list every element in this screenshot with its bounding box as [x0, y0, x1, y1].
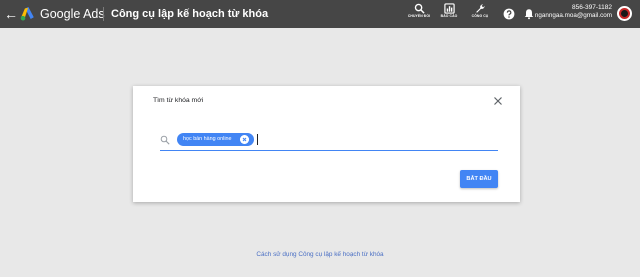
help-icon[interactable]	[503, 8, 515, 20]
reports-icon	[443, 3, 455, 14]
avatar[interactable]	[617, 6, 632, 21]
tool-label-tools: CÔNG CỤ	[471, 14, 489, 18]
tool-label-reports: BÁO CÁO	[440, 14, 458, 18]
back-arrow-icon[interactable]: ←	[4, 6, 18, 22]
dialog-title: Tìm từ khóa mới	[153, 97, 204, 104]
keyword-chip-label: học bán hàng online	[183, 136, 232, 142]
help-link[interactable]: Cách sử dụng Công cụ lập kế hoạch từ khó…	[0, 250, 640, 259]
account-email: nganngaa.moa@gmail.com	[534, 12, 612, 19]
conversions-tool-button[interactable]: CHUYỂN ĐỔI	[405, 3, 433, 25]
tool-label-conversions: CHUYỂN ĐỔI	[407, 14, 431, 18]
text-cursor	[257, 134, 258, 145]
new-keywords-dialog: Tìm từ khóa mới học bán hàng online BẮT …	[133, 86, 520, 202]
start-button[interactable]: BẮT ĐẦU	[460, 170, 498, 188]
tools-menu-button[interactable]: CÔNG CỤ	[466, 3, 494, 25]
account-customer-id: 856-397-1182	[572, 4, 612, 11]
header-divider	[103, 7, 104, 21]
wrench-icon	[475, 4, 485, 13]
google-ads-logo	[20, 7, 34, 21]
notifications-bell-icon[interactable]	[523, 8, 535, 20]
avatar-center	[621, 10, 628, 17]
search-icon	[160, 135, 170, 145]
close-icon[interactable]	[492, 95, 504, 107]
search-icon	[414, 3, 425, 14]
keyword-search-input[interactable]: học bán hàng online	[160, 132, 498, 151]
product-name[interactable]: Google Ads	[40, 6, 105, 22]
keyword-chip[interactable]: học bán hàng online	[177, 133, 254, 146]
remove-chip-icon[interactable]	[240, 135, 249, 144]
page-title: Công cụ lập kế hoạch từ khóa	[111, 8, 269, 20]
reports-tool-button[interactable]: BÁO CÁO	[435, 3, 463, 25]
top-app-bar: ← Google Ads Công cụ lập kế hoạch từ khó…	[0, 0, 640, 28]
